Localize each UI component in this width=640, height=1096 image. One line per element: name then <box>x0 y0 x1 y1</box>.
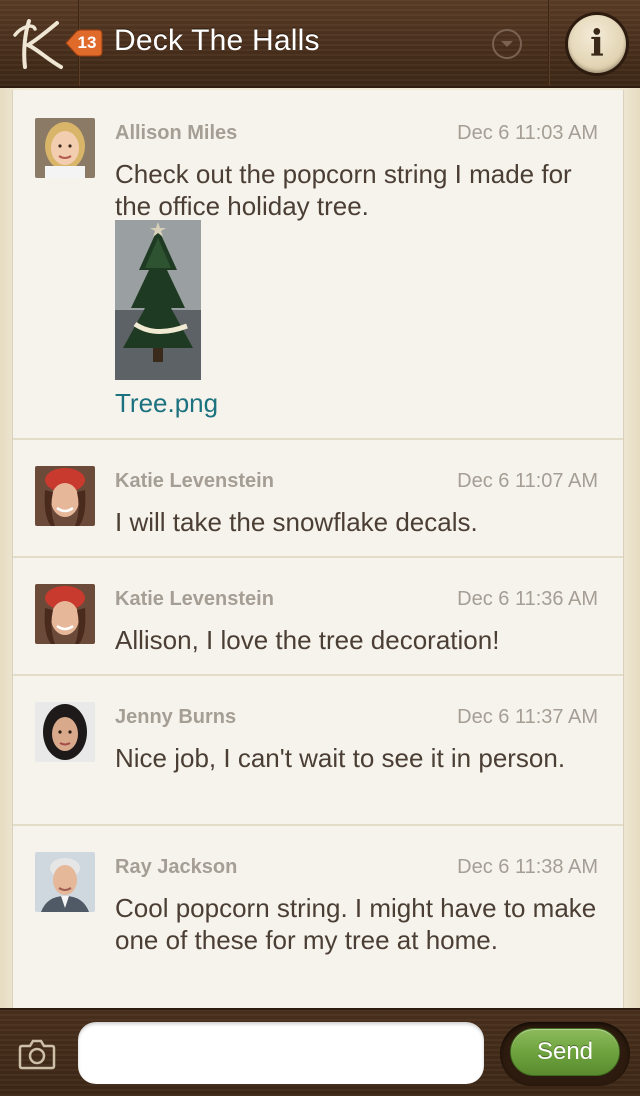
message-author[interactable]: Allison Miles <box>115 122 237 145</box>
avatar[interactable] <box>35 466 95 526</box>
message-feed[interactable]: Allison Miles Dec 6 11:03 AM Check out t… <box>12 90 624 1008</box>
message-timestamp: Dec 6 11:38 AM <box>457 856 598 878</box>
info-button[interactable]: i <box>568 15 626 73</box>
message-item: Ray Jackson Dec 6 11:38 AM Cool popcorn … <box>13 826 623 1008</box>
attachment-thumbnail[interactable] <box>115 220 201 380</box>
message-text: I will take the snowflake decals. <box>115 507 478 537</box>
send-button[interactable]: Send <box>510 1028 620 1076</box>
message-item: Jenny Burns Dec 6 11:37 AM Nice job, I c… <box>13 676 623 826</box>
message-text: Cool popcorn string. I might have to mak… <box>115 893 597 955</box>
send-button-well: Send <box>500 1022 630 1086</box>
message-text: Check out the popcorn string I made for … <box>115 159 572 221</box>
header-bar: 13 Deck The Halls i <box>0 0 640 88</box>
avatar[interactable] <box>35 584 95 644</box>
message-item: Katie Levenstein Dec 6 11:07 AM I will t… <box>13 440 623 558</box>
info-icon: i <box>590 23 604 65</box>
unread-count: 13 <box>77 33 97 52</box>
message-author[interactable]: Ray Jackson <box>115 856 237 879</box>
message-text: Nice job, I can't wait to see it in pers… <box>115 743 566 773</box>
unread-badge[interactable]: 13 <box>64 28 104 58</box>
header-divider <box>548 0 550 86</box>
message-text: Allison, I love the tree decoration! <box>115 625 500 655</box>
message-timestamp: Dec 6 11:03 AM <box>457 122 598 144</box>
composer-bar: Send <box>0 1008 640 1096</box>
message-timestamp: Dec 6 11:36 AM <box>457 588 598 610</box>
avatar[interactable] <box>35 702 95 762</box>
message-item: Katie Levenstein Dec 6 11:36 AM Allison,… <box>13 558 623 676</box>
avatar[interactable] <box>35 852 95 912</box>
message-author[interactable]: Jenny Burns <box>115 706 236 729</box>
chevron-down-circle-icon[interactable] <box>492 29 522 59</box>
conversation-title: Deck The Halls <box>114 24 320 57</box>
message-timestamp: Dec 6 11:07 AM <box>457 470 598 492</box>
avatar[interactable] <box>35 118 95 178</box>
message-author[interactable]: Katie Levenstein <box>115 588 274 611</box>
message-input[interactable] <box>78 1022 484 1084</box>
message-author[interactable]: Katie Levenstein <box>115 470 274 493</box>
attachment-link[interactable]: Tree.png <box>115 388 218 419</box>
message-timestamp: Dec 6 11:37 AM <box>457 706 598 728</box>
camera-icon[interactable] <box>18 1038 56 1070</box>
message-item: Allison Miles Dec 6 11:03 AM Check out t… <box>13 90 623 440</box>
